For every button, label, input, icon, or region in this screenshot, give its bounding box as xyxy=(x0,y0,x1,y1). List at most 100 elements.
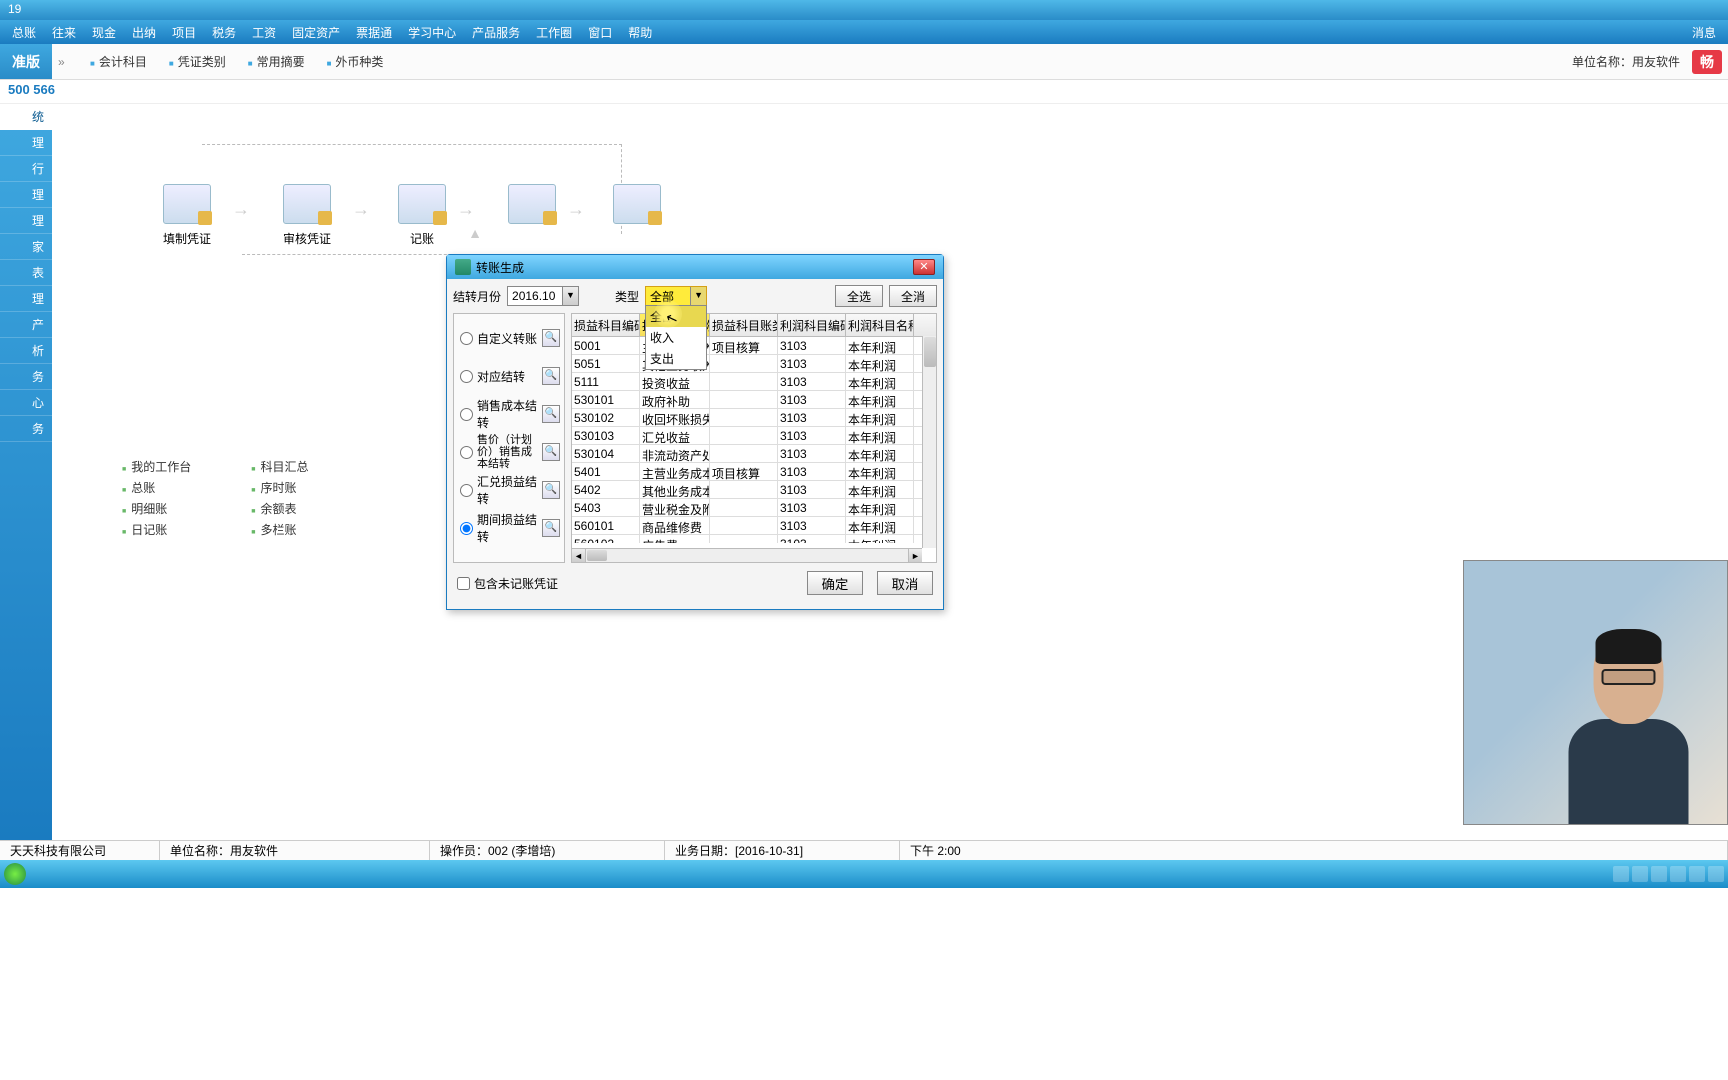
sidenav-item[interactable]: 家 xyxy=(0,234,52,260)
close-button[interactable]: ✕ xyxy=(913,259,935,275)
sidenav-item[interactable]: 理 xyxy=(0,286,52,312)
os-taskbar[interactable] xyxy=(0,860,1728,888)
dropdown-arrow-icon[interactable]: ▼ xyxy=(690,287,706,305)
sidenav-item[interactable]: 理 xyxy=(0,182,52,208)
sidenav-item[interactable]: 产 xyxy=(0,312,52,338)
table-row[interactable]: 560101商品维修费3103本年利润 xyxy=(572,517,936,535)
search-icon[interactable]: 🔍 xyxy=(542,367,560,385)
type-combo[interactable]: ▼ 全部 收入 支出 xyxy=(645,286,707,306)
cancel-button[interactable]: 取消 xyxy=(877,571,933,595)
menu-item[interactable]: 总账 xyxy=(4,21,44,44)
radio-custom[interactable] xyxy=(460,332,473,345)
scrollbar-thumb[interactable] xyxy=(924,337,936,367)
tray-icon[interactable] xyxy=(1708,866,1724,882)
search-icon[interactable]: 🔍 xyxy=(542,519,560,537)
dropdown-option[interactable]: 支出 xyxy=(646,348,706,369)
select-none-button[interactable]: 全消 xyxy=(889,285,937,307)
scroll-left-icon[interactable]: ◄ xyxy=(572,549,586,562)
link-item[interactable]: 序时账 xyxy=(251,479,308,496)
menu-item[interactable]: 工作圈 xyxy=(528,21,580,44)
link-item[interactable]: 余额表 xyxy=(251,500,308,517)
link-item[interactable]: 总账 xyxy=(122,479,191,496)
link-item[interactable]: 科目汇总 xyxy=(251,458,308,475)
menu-item[interactable]: 工资 xyxy=(244,21,284,44)
search-icon[interactable]: 🔍 xyxy=(542,443,560,461)
table-row[interactable]: 560102广告费3103本年利润 xyxy=(572,535,936,543)
sidenav-item[interactable]: 析 xyxy=(0,338,52,364)
sidenav-item[interactable]: 务 xyxy=(0,364,52,390)
radio-exchange[interactable] xyxy=(460,484,473,497)
flow-node[interactable] xyxy=(602,184,672,230)
col-header[interactable]: 利润科目名称 xyxy=(846,314,914,336)
menu-item[interactable]: 项目 xyxy=(164,21,204,44)
flow-node[interactable]: 审核凭证 xyxy=(272,184,342,247)
table-row[interactable]: 5401主营业务成本项目核算3103本年利润 xyxy=(572,463,936,481)
flow-node[interactable] xyxy=(497,184,567,230)
table-row[interactable]: 5111投资收益3103本年利润 xyxy=(572,373,936,391)
radio-sales-cost[interactable] xyxy=(460,408,473,421)
ok-button[interactable]: 确定 xyxy=(807,571,863,595)
select-all-button[interactable]: 全选 xyxy=(835,285,883,307)
search-icon[interactable]: 🔍 xyxy=(542,481,560,499)
vertical-scrollbar[interactable] xyxy=(922,336,936,548)
menu-item[interactable]: 税务 xyxy=(204,21,244,44)
include-unposted-checkbox[interactable]: 包含未记账凭证 xyxy=(457,575,558,592)
flow-node[interactable]: 填制凭证 xyxy=(152,184,222,247)
table-row[interactable]: 530103汇兑收益3103本年利润 xyxy=(572,427,936,445)
search-icon[interactable]: 🔍 xyxy=(542,329,560,347)
menu-item[interactable]: 固定资产 xyxy=(284,21,348,44)
tray-icon[interactable] xyxy=(1613,866,1629,882)
link-item[interactable]: 明细账 xyxy=(122,500,191,517)
dropdown-arrow-icon[interactable]: ▼ xyxy=(562,287,578,305)
table-row[interactable]: 530104非流动资产处3103本年利润 xyxy=(572,445,936,463)
tray-icon[interactable] xyxy=(1689,866,1705,882)
checkbox-input[interactable] xyxy=(457,577,470,590)
sidenav-item[interactable]: 表 xyxy=(0,260,52,286)
menu-item[interactable]: 往来 xyxy=(44,21,84,44)
sidenav-item[interactable]: 统 xyxy=(0,104,52,130)
subnav-item[interactable]: 凭证类别 xyxy=(169,53,226,70)
menu-item[interactable]: 出纳 xyxy=(124,21,164,44)
radio-period-profit[interactable] xyxy=(460,522,473,535)
table-row[interactable]: 530102收回坏账损失3103本年利润 xyxy=(572,409,936,427)
table-row[interactable]: 530101政府补助3103本年利润 xyxy=(572,391,936,409)
tray-icon[interactable] xyxy=(1670,866,1686,882)
col-header[interactable]: 损益科目编码 xyxy=(572,314,640,336)
menu-item[interactable]: 现金 xyxy=(84,21,124,44)
sidenav-item[interactable]: 理 xyxy=(0,130,52,156)
table-row[interactable]: 5051其他业务收入3103本年利润 xyxy=(572,355,936,373)
grid-body[interactable]: 5001主营业务收入项目核算3103本年利润5051其他业务收入3103本年利润… xyxy=(572,337,936,543)
col-header[interactable]: 损益科目账类 xyxy=(710,314,778,336)
radio-correspond[interactable] xyxy=(460,370,473,383)
link-item[interactable]: 多栏账 xyxy=(251,521,308,538)
menu-item[interactable]: 产品服务 xyxy=(464,21,528,44)
tray-icon[interactable] xyxy=(1651,866,1667,882)
dropdown-option[interactable]: 全部 xyxy=(646,306,706,327)
radio-price-cost[interactable] xyxy=(460,446,473,459)
menu-item[interactable]: 票据通 xyxy=(348,21,400,44)
table-row[interactable]: 5403营业税金及附3103本年利润 xyxy=(572,499,936,517)
sidebar-toggle-icon[interactable]: » xyxy=(52,55,70,69)
flow-node[interactable]: 记账 xyxy=(387,184,457,247)
dropdown-option[interactable]: 收入 xyxy=(646,327,706,348)
scroll-right-icon[interactable]: ► xyxy=(908,549,922,562)
col-header[interactable]: 利润科目编码 xyxy=(778,314,846,336)
dialog-titlebar[interactable]: 转账生成 ✕ xyxy=(447,255,943,279)
menu-item[interactable]: 帮助 xyxy=(620,21,660,44)
subnav-item[interactable]: 外币种类 xyxy=(327,53,384,70)
table-row[interactable]: 5001主营业务收入项目核算3103本年利润 xyxy=(572,337,936,355)
subnav-item[interactable]: 会计科目 xyxy=(90,53,147,70)
month-combo[interactable]: ▼ xyxy=(507,286,579,306)
start-button-icon[interactable] xyxy=(4,863,26,885)
sidenav-item[interactable]: 务 xyxy=(0,416,52,442)
horizontal-scrollbar[interactable]: ◄ ► xyxy=(572,548,922,562)
sidenav-item[interactable]: 心 xyxy=(0,390,52,416)
search-icon[interactable]: 🔍 xyxy=(542,405,560,423)
sidenav-item[interactable]: 理 xyxy=(0,208,52,234)
menu-item[interactable]: 窗口 xyxy=(580,21,620,44)
subnav-item[interactable]: 常用摘要 xyxy=(248,53,305,70)
sidenav-item[interactable]: 行 xyxy=(0,156,52,182)
table-row[interactable]: 5402其他业务成本3103本年利润 xyxy=(572,481,936,499)
message-link[interactable]: 消息 xyxy=(1684,21,1724,44)
menu-item[interactable]: 学习中心 xyxy=(400,21,464,44)
